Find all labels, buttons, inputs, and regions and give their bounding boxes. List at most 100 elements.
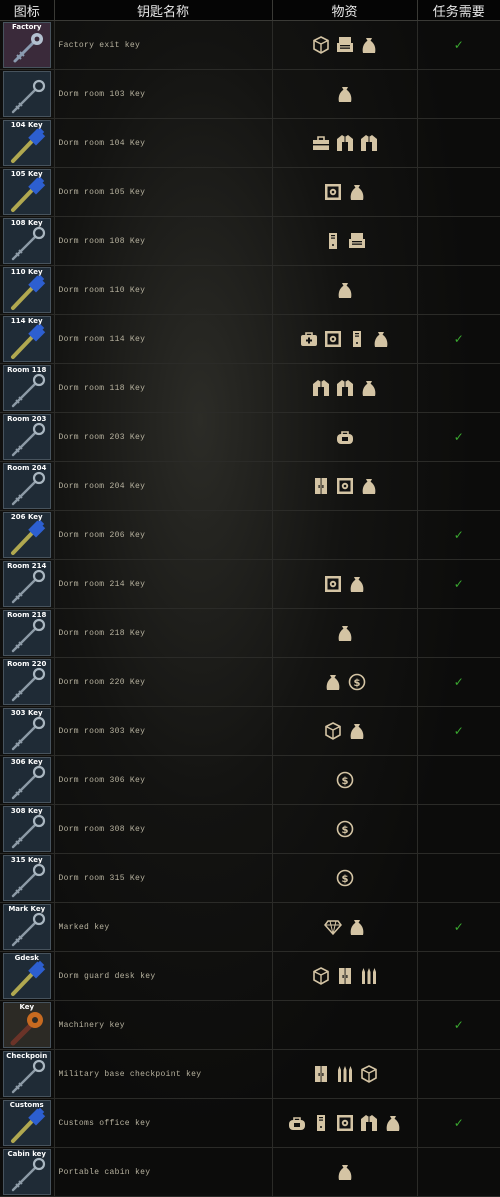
bag-icon bbox=[336, 281, 354, 299]
key-icon-label: Factory bbox=[12, 23, 42, 31]
key-icon-cell: Key bbox=[0, 1000, 55, 1050]
table-row: Room 203 Dorm room 203 Key ✓ bbox=[0, 412, 500, 462]
loot-cell bbox=[272, 608, 418, 658]
loot-cell bbox=[272, 559, 418, 609]
key-icon-cell: Factory bbox=[0, 20, 55, 70]
key-icon-cell: 108 Key bbox=[0, 216, 55, 266]
check-icon: ✓ bbox=[453, 675, 464, 689]
check-icon: ✓ bbox=[453, 528, 464, 542]
check-icon: ✓ bbox=[453, 920, 464, 934]
safe-icon bbox=[324, 575, 342, 593]
table-row: Gdesk Dorm guard desk key bbox=[0, 951, 500, 1001]
table-row: 306 Key Dorm room 306 Key $ bbox=[0, 755, 500, 805]
key-icon-label: 104 Key bbox=[10, 121, 43, 129]
table-row: Room 118 Dorm room 118 Key bbox=[0, 363, 500, 413]
bag-icon bbox=[348, 575, 366, 593]
pc-icon bbox=[312, 1114, 330, 1132]
key-icon-label: Mark Key bbox=[8, 905, 46, 913]
loot-cell bbox=[272, 1049, 418, 1099]
diamond-icon bbox=[323, 918, 342, 936]
key-icon-label: Room 204 bbox=[7, 464, 47, 472]
key-icon: 104 Key bbox=[2, 120, 51, 166]
key-icon-label: 303 Key bbox=[10, 709, 43, 717]
quest-cell bbox=[417, 608, 500, 658]
check-icon: ✓ bbox=[453, 1018, 464, 1032]
key-icon-cell: Room 203 bbox=[0, 412, 55, 462]
header-row: 图标 钥匙名称 物资 任务需要 bbox=[0, 0, 500, 21]
key-icon-cell: 315 Key bbox=[0, 853, 55, 903]
quest-cell: ✓ bbox=[417, 412, 500, 462]
table-row: 303 Key Dorm room 303 Key ✓ bbox=[0, 706, 500, 756]
table-row: Room 220 Dorm room 220 Key $ ✓ bbox=[0, 657, 500, 707]
key-icon: 308 Key bbox=[2, 806, 51, 852]
key-name: Dorm room 220 Key bbox=[54, 657, 273, 707]
table-row: 308 Key Dorm room 308 Key $ bbox=[0, 804, 500, 854]
table-row: Cabin key Portable cabin key bbox=[0, 1147, 500, 1197]
key-icon: Key bbox=[2, 1002, 51, 1048]
bag-icon bbox=[360, 36, 378, 54]
coin-icon: $ bbox=[336, 771, 354, 789]
pc-icon bbox=[348, 330, 366, 348]
key-name: Dorm room 114 Key bbox=[54, 314, 273, 364]
svg-text:$: $ bbox=[353, 678, 360, 689]
loot-cell bbox=[272, 1147, 418, 1197]
key-icon-label: Key bbox=[19, 1003, 35, 1011]
key-icon: 110 Key bbox=[2, 267, 51, 313]
quest-cell bbox=[417, 167, 500, 217]
key-icon-label: 206 Key bbox=[10, 513, 43, 521]
quest-cell bbox=[417, 951, 500, 1001]
bag2-icon bbox=[288, 1114, 306, 1132]
key-icon-cell: Mark Key bbox=[0, 902, 55, 952]
key-icon: 105 Key bbox=[2, 169, 51, 215]
key-icon bbox=[2, 71, 51, 117]
jacket-icon bbox=[360, 1114, 378, 1132]
key-icon: 303 Key bbox=[2, 708, 51, 754]
table-row: 114 Key Dorm room 114 Key ✓ bbox=[0, 314, 500, 364]
quest-cell: ✓ bbox=[417, 706, 500, 756]
key-icon-label: Customs bbox=[9, 1101, 44, 1109]
key-icon: Customs bbox=[2, 1100, 51, 1146]
quest-cell: ✓ bbox=[417, 902, 500, 952]
key-icon: 306 Key bbox=[2, 757, 51, 803]
key-icon-cell: Cabin key bbox=[0, 1147, 55, 1197]
key-name: Dorm room 203 Key bbox=[54, 412, 273, 462]
check-icon: ✓ bbox=[453, 1116, 464, 1130]
loot-cell bbox=[272, 20, 418, 70]
key-icon: Room 214 bbox=[2, 561, 51, 607]
key-icon: Checkpoin bbox=[2, 1051, 51, 1097]
key-name: Military base checkpoint key bbox=[54, 1049, 273, 1099]
quest-cell bbox=[417, 69, 500, 119]
key-icon-cell: 110 Key bbox=[0, 265, 55, 315]
key-icon: Gdesk bbox=[2, 953, 51, 999]
safe-icon bbox=[336, 477, 354, 495]
key-icon-cell: 104 Key bbox=[0, 118, 55, 168]
loot-cell bbox=[272, 510, 418, 560]
quest-cell: ✓ bbox=[417, 510, 500, 560]
bag-icon bbox=[348, 722, 366, 740]
key-icon-cell: Gdesk bbox=[0, 951, 55, 1001]
table-row: Dorm room 103 Key bbox=[0, 69, 500, 119]
box-icon bbox=[312, 35, 330, 54]
table-row: Mark Key Marked key ✓ bbox=[0, 902, 500, 952]
quest-cell bbox=[417, 853, 500, 903]
key-icon: 206 Key bbox=[2, 512, 51, 558]
bag-icon bbox=[336, 85, 354, 103]
table-row: Customs Customs office key ✓ bbox=[0, 1098, 500, 1148]
box-icon bbox=[360, 1064, 378, 1083]
key-icon-label: Checkpoin bbox=[6, 1052, 48, 1060]
table-row: Checkpoin Military base checkpoint key bbox=[0, 1049, 500, 1099]
key-icon-label: Room 214 bbox=[7, 562, 47, 570]
quest-cell: ✓ bbox=[417, 20, 500, 70]
quest-cell bbox=[417, 461, 500, 511]
printer-icon bbox=[348, 232, 366, 250]
loot-cell bbox=[272, 706, 418, 756]
loot-cell: $ bbox=[272, 804, 418, 854]
cabinet-icon bbox=[312, 1065, 330, 1083]
check-icon: ✓ bbox=[453, 724, 464, 738]
quest-cell bbox=[417, 804, 500, 854]
quest-cell bbox=[417, 118, 500, 168]
loot-cell bbox=[272, 1098, 418, 1148]
key-name: Dorm room 118 Key bbox=[54, 363, 273, 413]
key-icon: 114 Key bbox=[2, 316, 51, 362]
loot-cell: $ bbox=[272, 755, 418, 805]
